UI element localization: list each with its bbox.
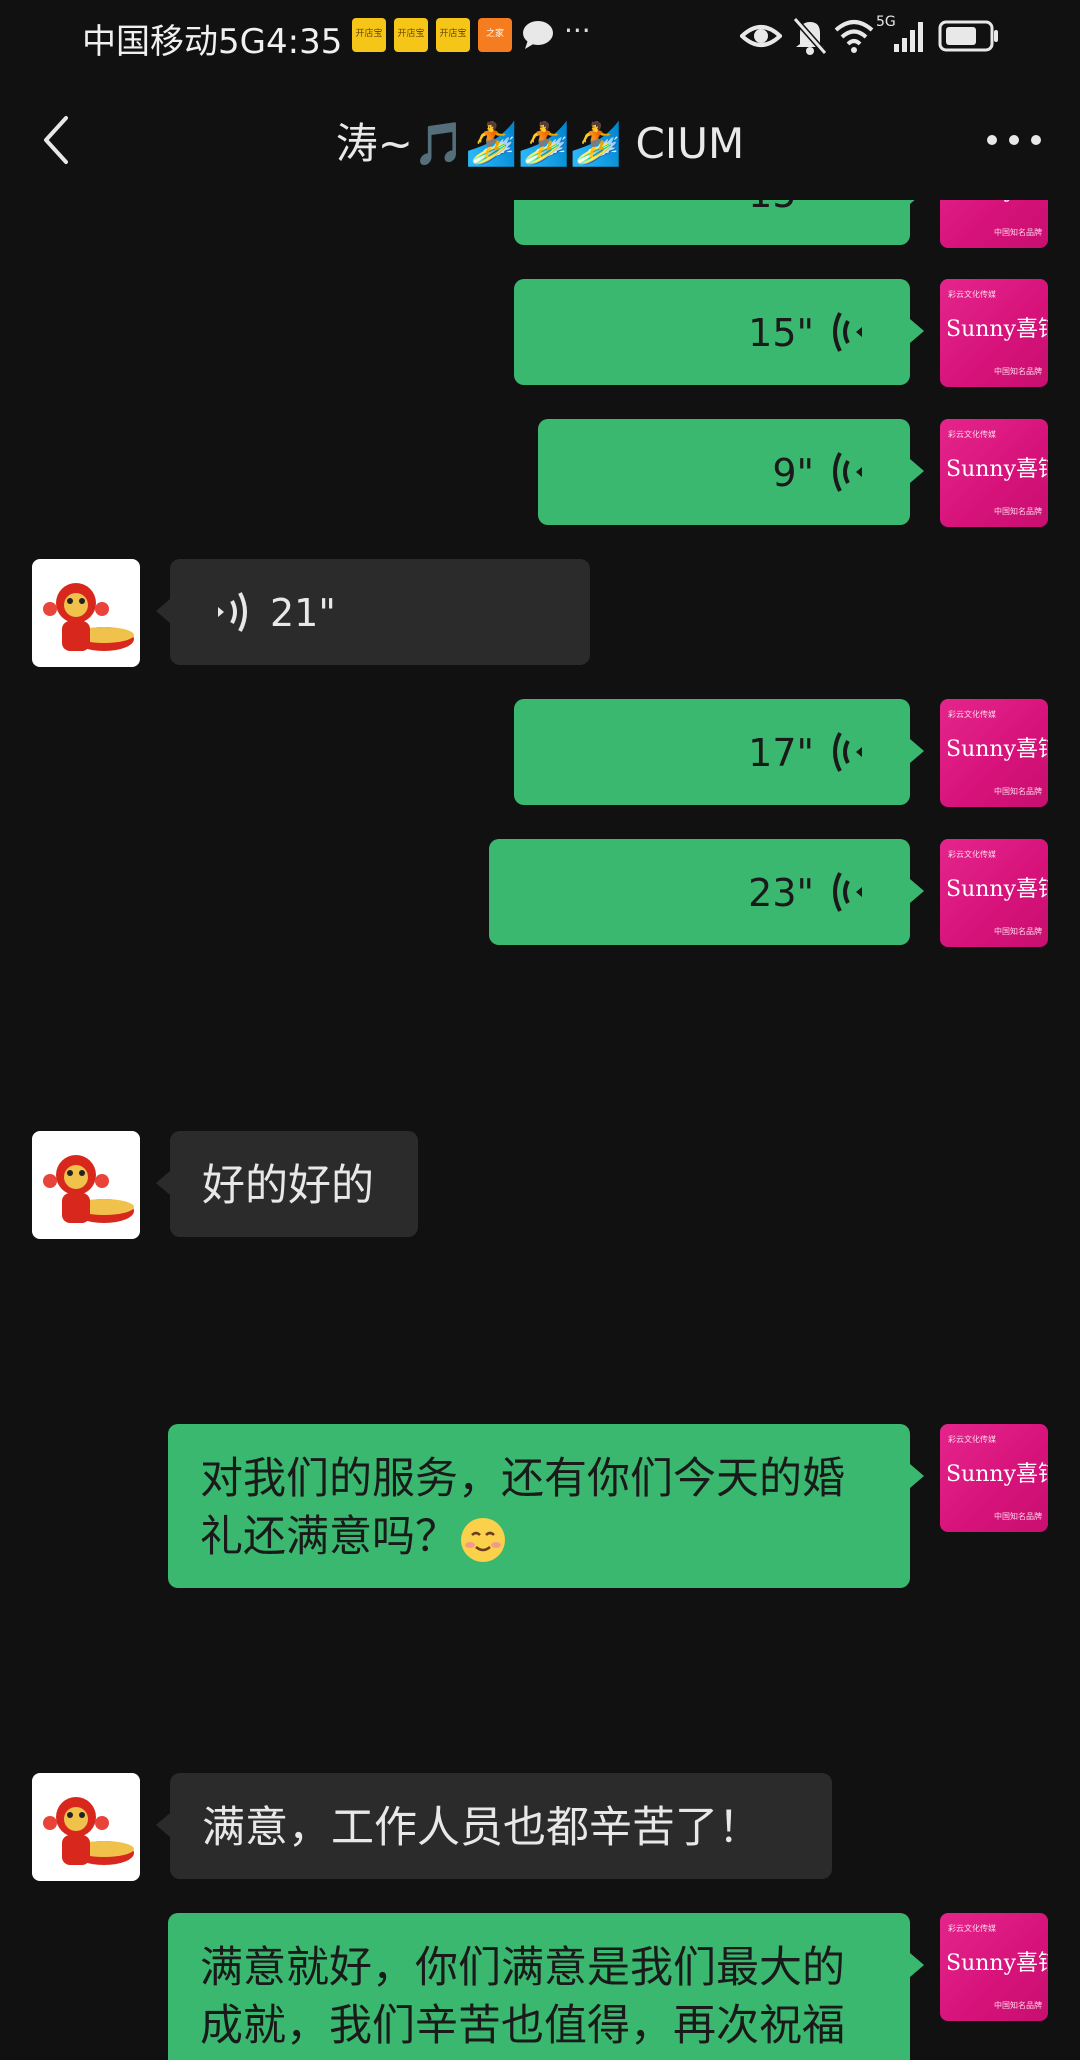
mute-bell-icon (792, 17, 828, 55)
avatar[interactable] (32, 1131, 140, 1239)
chat-bubble-icon (523, 21, 553, 49)
voice-message-bubble[interactable]: 21" (156, 559, 590, 665)
dragon-mascot-icon (43, 583, 134, 651)
voice-message-bubble[interactable]: 17" (514, 699, 924, 805)
dragon-mascot-icon (43, 1155, 134, 1223)
battery-icon (938, 20, 998, 52)
text-message-bubble[interactable]: 对我们的服务，还有你们今天的婚礼还满意吗？ (168, 1424, 924, 1588)
eye-icon (740, 25, 782, 47)
orange-app-icon: 之家 (478, 18, 512, 52)
voice-duration: 21" (270, 591, 336, 635)
avatar[interactable]: 彩云文化传媒 Sunny喜铺 中国知名品牌 (940, 699, 1048, 807)
signal-icon (894, 22, 923, 52)
avatar[interactable]: 彩云文化传媒 Sunny喜铺 中国知名品牌 (940, 1913, 1048, 2021)
voice-duration: 15" (748, 311, 814, 355)
avatar[interactable]: 彩云文化传媒 Sunny喜铺 中国知名品牌 (940, 839, 1048, 947)
message-text: 满意就好，你们满意是我们最大的成就，我们辛苦也值得，再次祝福 (200, 1943, 845, 2051)
more-notifications-icon: ··· (564, 14, 591, 47)
carrier-time: 中国移动5G4:35 (82, 22, 343, 62)
meituan-kaidianbao-icon: 开店宝 (436, 18, 470, 52)
text-message-bubble[interactable]: 满意，工作人员也都辛苦了！ (156, 1773, 832, 1879)
wifi-icon (834, 20, 874, 53)
voice-wave-icon (833, 452, 862, 492)
text-message-bubble[interactable]: 好的好的 (156, 1131, 418, 1237)
voice-duration: 9" (772, 451, 814, 495)
chat-title: 涛~🎵🏄🏄🏄 CIUM (335, 119, 745, 168)
text-message-bubble[interactable]: 满意就好，你们满意是我们最大的成就，我们辛苦也值得，再次祝福 (168, 1913, 924, 2060)
smile-emoji-icon (461, 1517, 505, 1562)
meituan-kaidianbao-icon: 开店宝 (352, 18, 386, 52)
voice-message-bubble[interactable]: 15" (514, 200, 924, 245)
voice-duration: 15" (748, 200, 814, 216)
message-list[interactable]: 15" 彩云文化传媒 Sunny喜铺 中国知名品牌 15" 彩云文化传媒 Sun… (0, 200, 1080, 2060)
more-icon[interactable] (984, 130, 1044, 150)
voice-wave-icon (833, 872, 862, 912)
voice-message-bubble[interactable]: 15" (514, 279, 924, 385)
avatar[interactable]: 彩云文化传媒 Sunny喜铺 中国知名品牌 (940, 279, 1048, 387)
voice-message-bubble[interactable]: 23" (489, 839, 924, 945)
avatar[interactable] (32, 1773, 140, 1881)
voice-duration: 17" (748, 731, 814, 775)
avatar[interactable]: 彩云文化传媒 Sunny喜铺 中国知名品牌 (940, 419, 1048, 527)
chat-header: 涛~🎵🏄🏄🏄 CIUM (0, 80, 1080, 200)
avatar[interactable]: 彩云文化传媒 Sunny喜铺 中国知名品牌 (940, 200, 1048, 248)
voice-wave-icon (833, 732, 862, 772)
message-text: 对我们的服务，还有你们今天的婚礼还满意吗？ (200, 1450, 880, 1566)
message-text: 好的好的 (202, 1161, 374, 1211)
avatar[interactable]: 彩云文化传媒 Sunny喜铺 中国知名品牌 (940, 1424, 1048, 1532)
voice-wave-icon (218, 592, 247, 632)
meituan-kaidianbao-icon: 开店宝 (394, 18, 428, 52)
status-bar: 中国移动5G4:35 开店宝 开店宝 开店宝 之家 ··· 5G (0, 0, 1080, 80)
voice-message-bubble[interactable]: 9" (538, 419, 924, 525)
avatar[interactable] (32, 559, 140, 667)
voice-wave-icon (833, 312, 862, 352)
message-text: 满意，工作人员也都辛苦了！ (202, 1803, 761, 1853)
voice-duration: 23" (748, 871, 814, 915)
dragon-mascot-icon (43, 1797, 134, 1865)
